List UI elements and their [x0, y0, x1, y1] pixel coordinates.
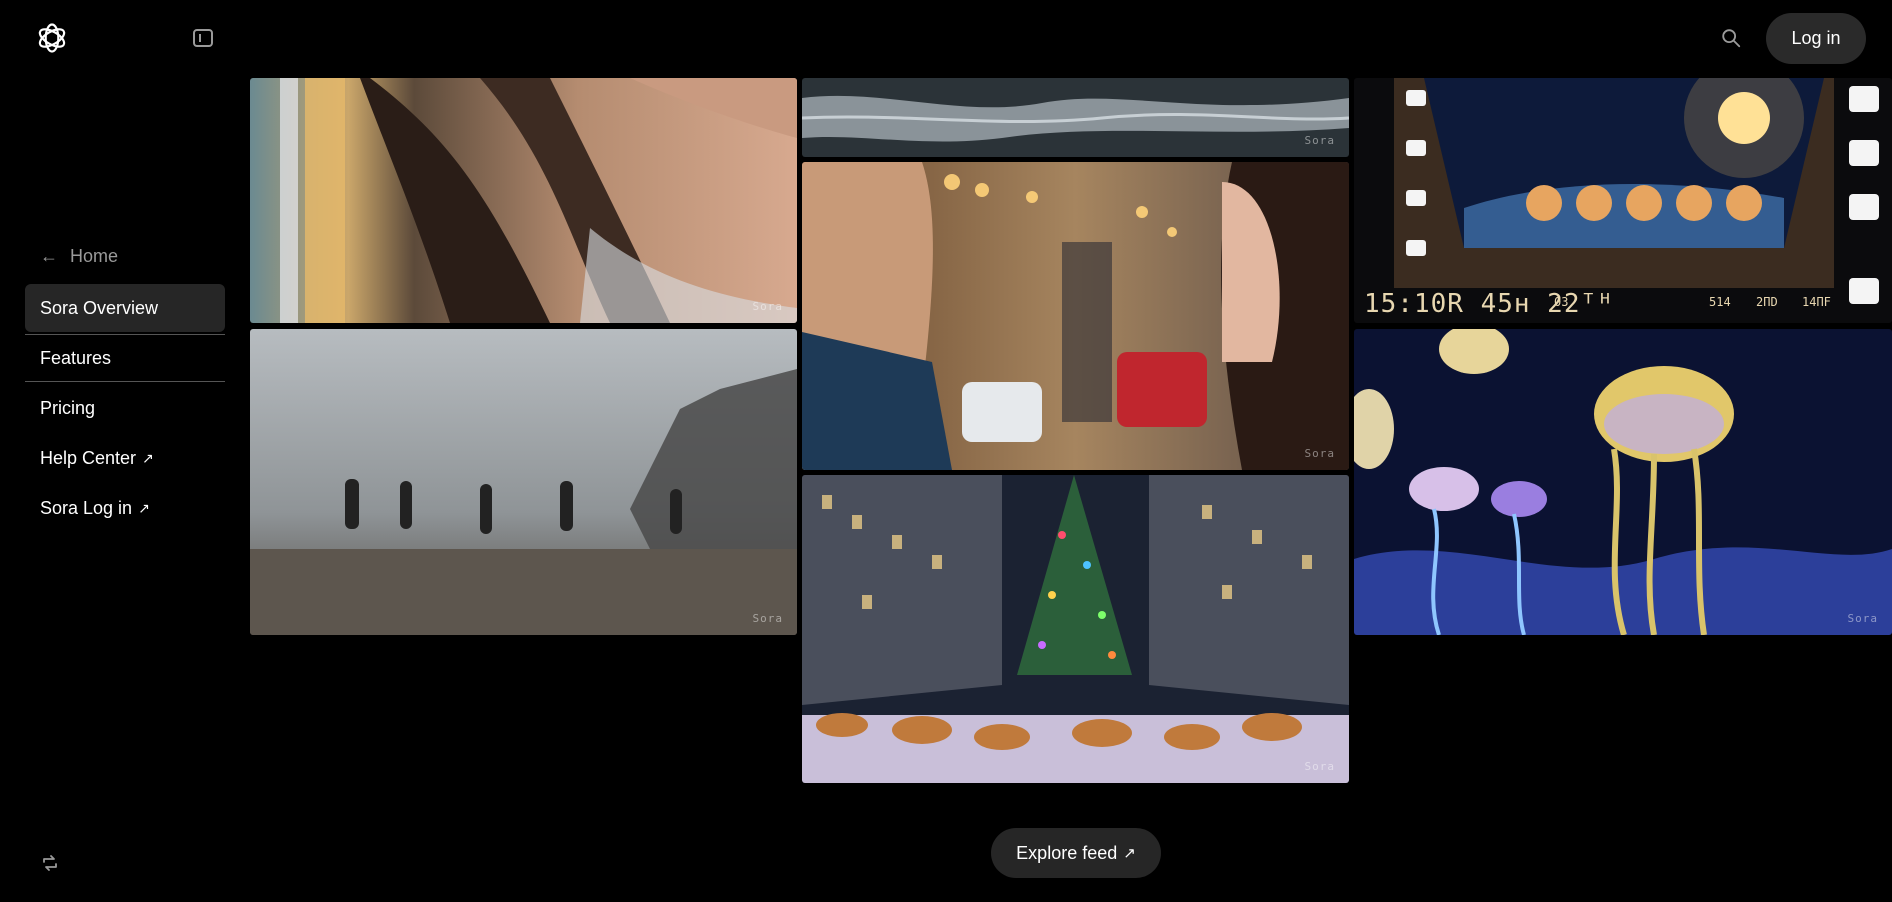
nav-item-sora-overview[interactable]: Sora Overview: [25, 284, 225, 332]
tile-image: [802, 162, 1349, 470]
nav-item-label: Features: [40, 347, 112, 368]
hud-readout-a: 03: [1554, 295, 1569, 309]
watermark: Sora: [1847, 612, 1878, 625]
nav-item-sora-log-in[interactable]: Sora Log in ↗: [25, 484, 225, 532]
watermark: Sora: [1304, 134, 1335, 147]
hud-readout-d: 14ПF: [1802, 295, 1831, 309]
explore-feed-button[interactable]: Explore feed ↗: [991, 828, 1161, 878]
tile-image: [802, 78, 1349, 157]
nav-item-label: Sora Overview: [40, 297, 159, 318]
external-link-icon: ↗: [142, 449, 154, 466]
search-icon[interactable]: [1720, 27, 1742, 49]
nav-item-label: Pricing: [40, 397, 96, 418]
tile-image: [250, 78, 797, 323]
video-tile-space-puppies[interactable]: 15:10R 45н 22ᵀᴴ 03 514 2ПD 14ПF: [1354, 78, 1892, 323]
tile-image: [1354, 329, 1892, 635]
nav-item-features[interactable]: Features: [25, 334, 225, 382]
watermark: Sora: [752, 300, 783, 313]
nav-item-label: Sora Log in: [40, 497, 133, 518]
explore-feed-label: Explore feed: [1016, 842, 1118, 863]
nav-home-link[interactable]: ← Home: [25, 238, 225, 274]
external-link-icon: ↗: [1123, 845, 1136, 862]
sidebar-nav: ← Home Sora Overview Features Pricing He…: [25, 238, 225, 534]
video-tile-rockefeller-dogs[interactable]: Sora: [802, 475, 1349, 783]
video-tile-closeup-hair[interactable]: Sora: [250, 78, 797, 323]
log-in-button[interactable]: Log in: [1766, 13, 1866, 64]
watermark: Sora: [1304, 447, 1335, 460]
nav-home-label: Home: [70, 245, 119, 266]
nav-item-help-center[interactable]: Help Center ↗: [25, 434, 225, 482]
video-tile-couple-hot-drinks[interactable]: Sora: [802, 162, 1349, 470]
tile-image: [1354, 78, 1892, 323]
top-bar: Log in: [0, 0, 1892, 78]
hud-readout-c: 2ПD: [1756, 295, 1778, 309]
sidebar-toggle-icon[interactable]: [193, 29, 213, 47]
nav-item-label: Help Center: [40, 447, 137, 468]
watermark: Sora: [752, 612, 783, 625]
tile-image: [250, 329, 797, 635]
watermark: Sora: [1304, 760, 1335, 773]
video-tile-reflective-water[interactable]: Sora: [802, 78, 1349, 157]
external-link-icon: ↗: [138, 499, 150, 516]
nav-item-pricing[interactable]: Pricing: [25, 384, 225, 432]
refresh-icon[interactable]: [40, 853, 60, 873]
video-tile-fog-walkers[interactable]: Sora: [250, 329, 797, 635]
openai-logo-icon[interactable]: [34, 20, 70, 56]
tile-image: [802, 475, 1349, 783]
video-tile-jellyfish[interactable]: Sora: [1354, 329, 1892, 635]
hud-timestamp: 15:10R 45н 22ᵀᴴ: [1364, 289, 1614, 319]
arrow-left-icon: ←: [40, 245, 58, 266]
hud-readout-b: 514: [1709, 295, 1731, 309]
